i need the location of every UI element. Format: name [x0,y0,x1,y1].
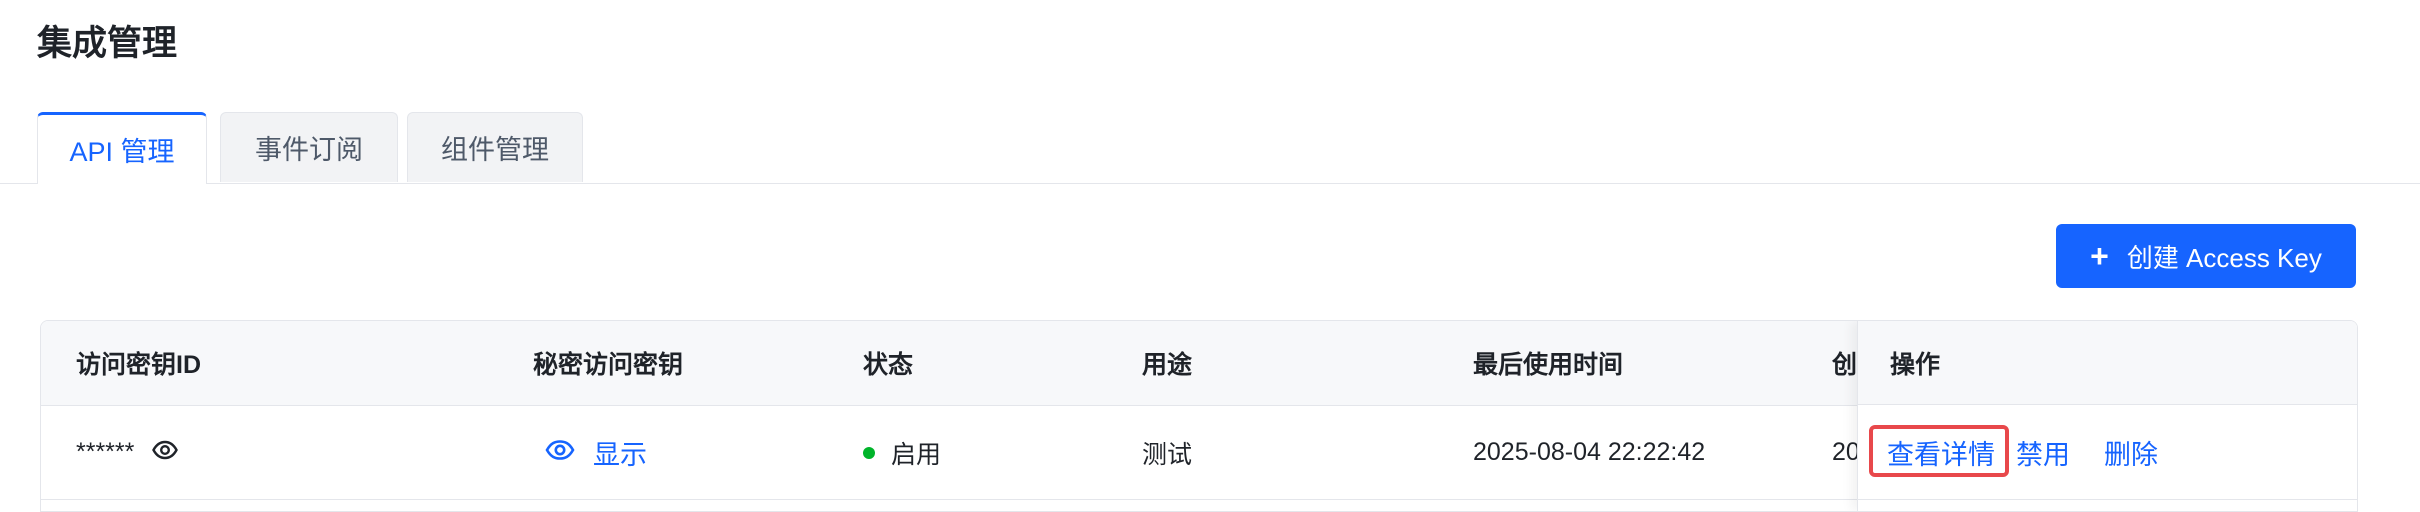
column-header-created: 创 [1832,351,1858,379]
column-header-actions: 操作 [1858,321,2357,405]
show-secret-label: 显示 [593,440,647,470]
last-used-cell: 2025-08-04 22:22:42 [1473,438,1706,466]
purpose-cell: 测试 [1142,440,1193,469]
column-header-key-id: 访问密钥ID [76,351,202,379]
delete-link[interactable]: 删除 [2104,406,2158,499]
eye-icon[interactable] [152,438,179,467]
column-header-status: 状态 [863,351,914,379]
create-access-key-button[interactable]: + 创建 Access Key [2056,224,2356,288]
status-dot [863,446,875,459]
key-id-value: ****** [76,438,135,466]
created-cell: 20 [1832,438,1860,466]
tab-api-management[interactable]: API 管理 [37,112,207,184]
column-header-purpose: 用途 [1142,351,1193,379]
create-access-key-label: 创建 Access Key [2126,242,2322,273]
actions-column: 操作 查看详情 禁用 删除 [1857,321,2357,511]
key-id-cell: ****** [76,406,179,499]
tab-component-management[interactable]: 组件管理 [407,112,583,182]
column-header-last-used: 最后使用时间 [1473,351,1624,379]
eye-icon [545,437,575,468]
plus-icon: + [2090,238,2109,274]
actions-cell: 查看详情 禁用 删除 [1858,406,2357,500]
column-header-secret: 秘密访问密钥 [533,351,684,379]
view-details-link[interactable]: 查看详情 [1887,406,1995,499]
show-secret-button[interactable]: 显示 [545,406,647,499]
page-title: 集成管理 [37,24,178,63]
status-badge: 启用 [891,440,942,469]
status-cell: 启用 [863,406,941,499]
disable-link[interactable]: 禁用 [2016,406,2070,499]
tab-divider [0,183,2420,184]
tab-event-subscription[interactable]: 事件订阅 [220,112,398,182]
access-key-table: 访问密钥ID 秘密访问密钥 状态 用途 最后使用时间 创 ****** 显示 启… [40,320,2358,512]
